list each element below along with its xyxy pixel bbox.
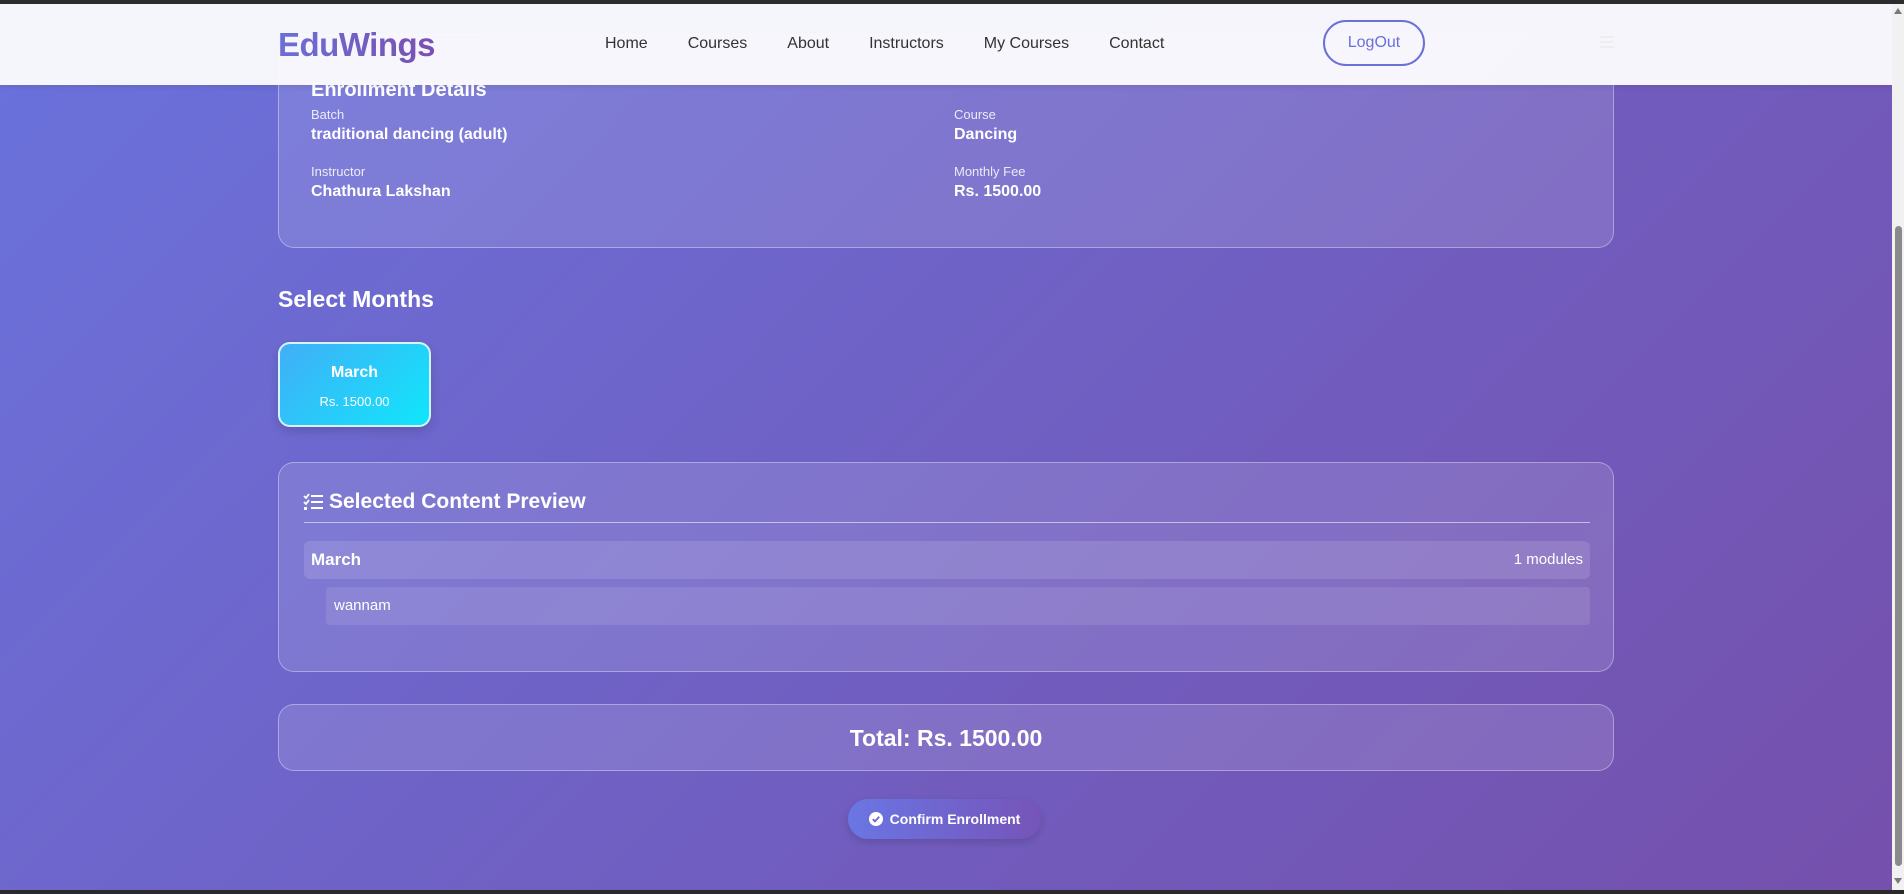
total-card: Total: Rs. 1500.00 bbox=[278, 704, 1614, 771]
instructor-label: Instructor bbox=[311, 164, 366, 179]
content-preview-title: Selected Content Preview bbox=[329, 490, 586, 513]
divider bbox=[304, 522, 1590, 523]
month-name: March bbox=[330, 364, 379, 381]
content-preview-heading: Selected Content Preview bbox=[303, 490, 586, 514]
preview-module-count: 1 modules bbox=[1513, 551, 1583, 568]
nav-link-home[interactable]: Home bbox=[605, 35, 648, 53]
module-name: wannam bbox=[334, 597, 391, 614]
nav-link-contact[interactable]: Contact bbox=[1109, 35, 1164, 53]
select-months-title: Select Months bbox=[278, 286, 434, 312]
nav-link-courses[interactable]: Courses bbox=[688, 35, 748, 53]
batch-field: Batch traditional dancing (adult) bbox=[311, 107, 507, 144]
course-value: Dancing bbox=[954, 126, 1018, 143]
nav-links: Home Courses About Instructors My Course… bbox=[605, 35, 1204, 53]
batch-value: traditional dancing (adult) bbox=[311, 126, 508, 143]
hamburger-menu-icon[interactable] bbox=[1600, 36, 1614, 48]
month-card-march[interactable]: March Rs. 1500.00 bbox=[278, 342, 431, 427]
monthly-fee-value: Rs. 1500.00 bbox=[954, 183, 1042, 200]
logout-button[interactable]: LogOut bbox=[1323, 20, 1425, 66]
monthly-fee-label: Monthly Fee bbox=[954, 164, 1026, 179]
confirm-enrollment-label: Confirm Enrollment bbox=[889, 811, 1021, 827]
batch-label: Batch bbox=[311, 107, 345, 122]
course-label: Course bbox=[954, 107, 996, 122]
confirm-enrollment-button[interactable]: Confirm Enrollment bbox=[848, 799, 1041, 839]
vertical-scrollbar[interactable] bbox=[1892, 4, 1904, 890]
content-preview-card: Selected Content Preview March 1 modules… bbox=[278, 462, 1614, 672]
navbar: EduWings Home Courses About Instructors … bbox=[0, 4, 1892, 85]
nav-link-instructors[interactable]: Instructors bbox=[869, 35, 944, 53]
check-circle-icon bbox=[868, 812, 883, 826]
nav-link-about[interactable]: About bbox=[787, 35, 829, 53]
checklist-icon bbox=[303, 493, 323, 510]
month-fee: Rs. 1500.00 bbox=[319, 394, 390, 409]
total-amount: Total: Rs. 1500.00 bbox=[849, 725, 1043, 751]
nav-link-my-courses[interactable]: My Courses bbox=[984, 35, 1069, 53]
scroll-down-arrow-icon[interactable] bbox=[1894, 878, 1902, 884]
monthly-fee-field: Monthly Fee Rs. 1500.00 bbox=[954, 164, 1041, 201]
brand-logo[interactable]: EduWings bbox=[278, 26, 436, 64]
scroll-up-arrow-icon[interactable] bbox=[1894, 8, 1902, 14]
scrollbar-thumb[interactable] bbox=[1895, 226, 1902, 866]
page-viewport: EduWings Home Courses About Instructors … bbox=[0, 4, 1892, 890]
preview-month-name: March bbox=[311, 550, 362, 569]
instructor-value: Chathura Lakshan bbox=[311, 183, 451, 200]
module-list-item: wannam bbox=[326, 587, 1590, 625]
preview-month-row: March 1 modules bbox=[304, 541, 1590, 579]
course-field: Course Dancing bbox=[954, 107, 1017, 144]
instructor-field: Instructor Chathura Lakshan bbox=[311, 164, 451, 201]
